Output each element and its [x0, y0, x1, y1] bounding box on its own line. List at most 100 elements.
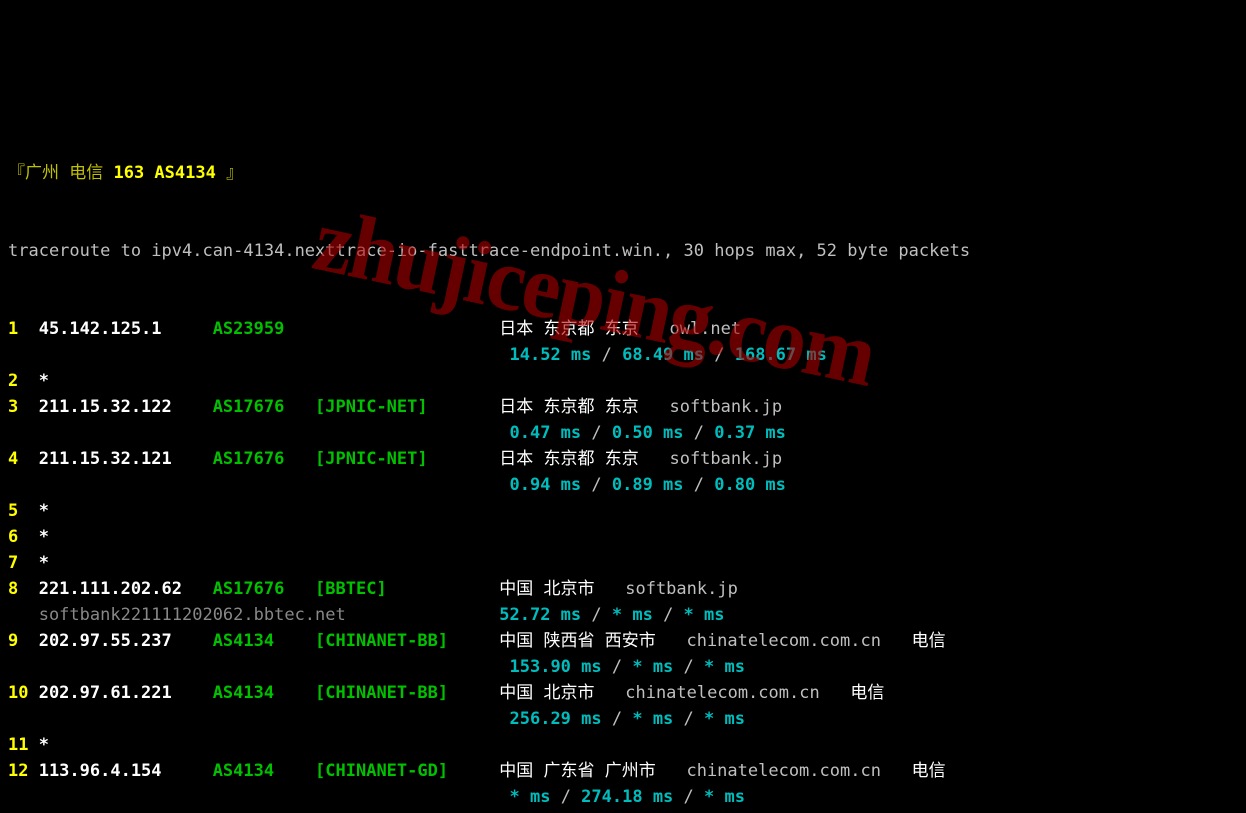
hop-org: chinatelecom.com.cn	[625, 683, 819, 703]
hop-isp: 电信	[850, 683, 884, 703]
hop-row: 2*	[8, 368, 1238, 394]
latency-1: * ms	[510, 787, 551, 807]
hop-row: 5*	[8, 498, 1238, 524]
header-close: 』	[226, 163, 243, 183]
hop-asn: AS17676	[213, 394, 315, 420]
latency-3: 0.80 ms	[714, 475, 786, 495]
latency-1: 0.94 ms	[510, 475, 582, 495]
hop-location: 中国 北京市	[499, 579, 594, 599]
hop-network: [CHINANET-GD]	[315, 758, 469, 784]
hop-ip: 211.15.32.122	[39, 394, 213, 420]
route-header: 『广州 电信 163 AS4134 』	[8, 160, 1238, 186]
hop-number: 10	[8, 680, 39, 706]
latency-sep: /	[684, 423, 715, 443]
timeout-star: *	[39, 371, 49, 391]
timeout-star: *	[39, 501, 49, 521]
timeout-star: *	[39, 527, 49, 547]
hop-ptr: softbank221111202062.bbtec.net	[39, 602, 346, 628]
hop-row: 7*	[8, 550, 1238, 576]
latency-2: 68.49 ms	[622, 345, 704, 365]
hop-number: 1	[8, 316, 39, 342]
latency-sep: /	[673, 709, 704, 729]
hop-ptr-row: softbank221111202062.bbtec.net 52.72 ms /…	[8, 602, 1238, 628]
latency-3: 0.37 ms	[714, 423, 786, 443]
hop-row: 3211.15.32.122AS17676[JPNIC-NET] 日本 东京都 …	[8, 394, 1238, 420]
hop-network: [BBTEC]	[315, 576, 469, 602]
header-route: 163 AS4134	[103, 163, 226, 183]
latency-3: * ms	[684, 605, 725, 625]
hop-latency-row: x 0.94 ms / 0.89 ms / 0.80 ms	[8, 472, 1238, 498]
hop-latency-row: x 0.47 ms / 0.50 ms / 0.37 ms	[8, 420, 1238, 446]
hop-org: softbank.jp	[669, 449, 782, 469]
timeout-star: *	[39, 553, 49, 573]
latency-2: 0.50 ms	[612, 423, 684, 443]
hop-location: 日本 东京都 东京	[499, 449, 638, 469]
latency-sep: /	[704, 345, 735, 365]
hop-ip: 113.96.4.154	[39, 758, 213, 784]
hop-latency-row: x 14.52 ms / 68.49 ms / 168.67 ms	[8, 342, 1238, 368]
latency-2: 274.18 ms	[581, 787, 673, 807]
latency-1: 14.52 ms	[510, 345, 592, 365]
latency-1: 52.72 ms	[499, 605, 581, 625]
hop-org: owl.net	[669, 319, 741, 339]
hop-asn: AS17676	[213, 576, 315, 602]
hop-list: 145.142.125.1AS23959 日本 东京都 东京 owl.netx …	[8, 316, 1238, 813]
hop-ip: 211.15.32.121	[39, 446, 213, 472]
latency-sep: /	[653, 605, 684, 625]
hop-number: 4	[8, 446, 39, 472]
hop-row: 4211.15.32.121AS17676[JPNIC-NET] 日本 东京都 …	[8, 446, 1238, 472]
hop-org: softbank.jp	[669, 397, 782, 417]
latency-2: * ms	[632, 657, 673, 677]
hop-org: softbank.jp	[625, 579, 738, 599]
hop-location: 日本 东京都 东京	[499, 319, 638, 339]
hop-ip: 202.97.61.221	[39, 680, 213, 706]
hop-ip: 202.97.55.237	[39, 628, 213, 654]
hop-row: 12113.96.4.154AS4134[CHINANET-GD] 中国 广东省…	[8, 758, 1238, 784]
hop-row: 9202.97.55.237AS4134[CHINANET-BB] 中国 陕西省…	[8, 628, 1238, 654]
hop-network: [JPNIC-NET]	[315, 446, 469, 472]
hop-latency-row: x 256.29 ms / * ms / * ms	[8, 706, 1238, 732]
hop-row: 10202.97.61.221AS4134[CHINANET-BB] 中国 北京…	[8, 680, 1238, 706]
hop-network: [CHINANET-BB]	[315, 628, 469, 654]
latency-sep: /	[581, 605, 612, 625]
hop-row: 6*	[8, 524, 1238, 550]
hop-location: 中国 陕西省 西安市	[499, 631, 655, 651]
hop-row: 11*	[8, 732, 1238, 758]
terminal-output: 『广州 电信 163 AS4134 』 traceroute to ipv4.c…	[0, 104, 1246, 813]
hop-latency-row: x 153.90 ms / * ms / * ms	[8, 654, 1238, 680]
latency-3: * ms	[704, 787, 745, 807]
hop-row: 145.142.125.1AS23959 日本 东京都 东京 owl.net	[8, 316, 1238, 342]
latency-sep: /	[581, 423, 612, 443]
latency-sep: /	[550, 787, 581, 807]
hop-number: 11	[8, 732, 39, 758]
hop-number: 5	[8, 498, 39, 524]
hop-number: 6	[8, 524, 39, 550]
latency-sep: /	[591, 345, 622, 365]
hop-number: 7	[8, 550, 39, 576]
latency-2: * ms	[612, 605, 653, 625]
hop-asn: AS4134	[213, 628, 315, 654]
latency-1: 256.29 ms	[510, 709, 602, 729]
hop-number: 2	[8, 368, 39, 394]
hop-isp: 电信	[912, 761, 946, 781]
hop-latency-row: x * ms / 274.18 ms / * ms	[8, 784, 1238, 810]
latency-sep: /	[684, 475, 715, 495]
timeout-star: *	[39, 735, 49, 755]
latency-sep: /	[673, 657, 704, 677]
hop-asn: AS4134	[213, 758, 315, 784]
hop-number: 8	[8, 576, 39, 602]
latency-1: 0.47 ms	[510, 423, 582, 443]
latency-2: * ms	[632, 709, 673, 729]
hop-org: chinatelecom.com.cn	[686, 631, 880, 651]
hop-number: 9	[8, 628, 39, 654]
hop-ip: 45.142.125.1	[39, 316, 213, 342]
hop-asn: AS4134	[213, 680, 315, 706]
hop-location: 日本 东京都 东京	[499, 397, 638, 417]
hop-number: 3	[8, 394, 39, 420]
hop-row: 8221.111.202.62AS17676[BBTEC] 中国 北京市 sof…	[8, 576, 1238, 602]
traceroute-header: traceroute to ipv4.can-4134.nexttrace-io…	[8, 238, 1238, 264]
latency-3: * ms	[704, 709, 745, 729]
hop-number: 12	[8, 758, 39, 784]
hop-isp: 电信	[912, 631, 946, 651]
header-prefix: 广州 电信	[25, 163, 103, 183]
